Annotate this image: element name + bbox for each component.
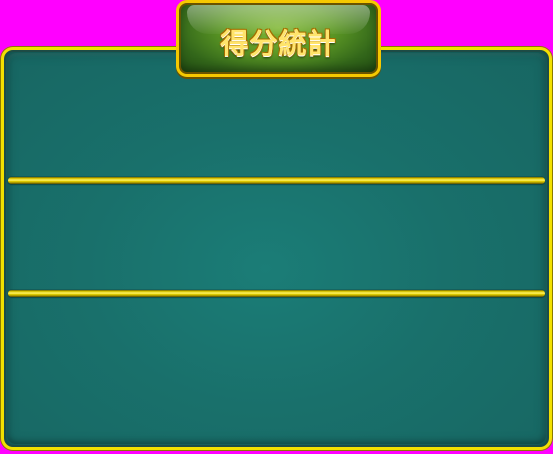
panel-divider-top [8, 177, 545, 184]
panel-divider-bottom [8, 290, 545, 297]
score-panel [1, 47, 552, 450]
page-title: 得分統計 [220, 27, 337, 60]
score-section-middle [10, 187, 543, 287]
score-section-bottom [10, 300, 543, 440]
title-plate: 得分統計 [176, 0, 381, 77]
